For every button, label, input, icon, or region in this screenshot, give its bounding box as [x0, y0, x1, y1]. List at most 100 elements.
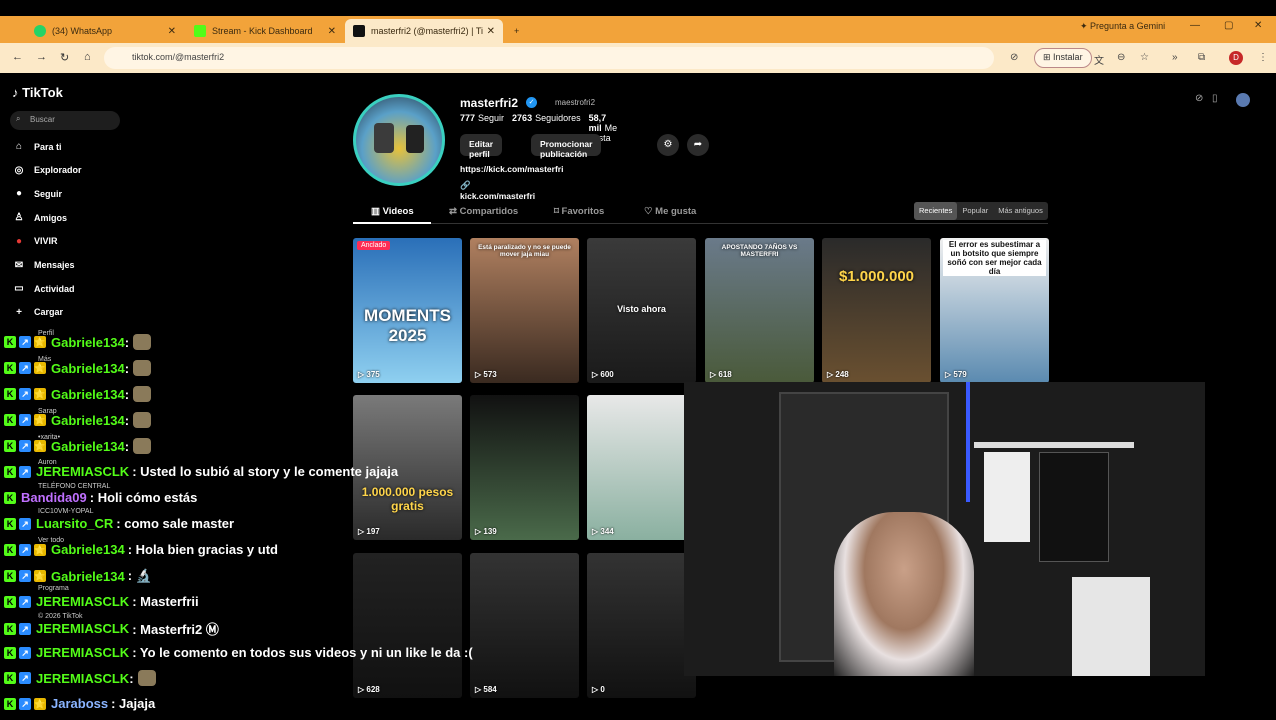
profile-avatar[interactable]: [353, 94, 445, 186]
account-avatar[interactable]: D: [1229, 51, 1243, 65]
chat-username[interactable]: Gabriele134: [51, 361, 125, 376]
chat-username[interactable]: Luarsito_CR: [36, 516, 113, 531]
chat-username[interactable]: JEREMIASCLK: [36, 671, 129, 686]
close-window-icon[interactable]: ✕: [1254, 20, 1262, 31]
close-tab-icon[interactable]: ✕: [328, 26, 336, 37]
menu-icon[interactable]: ⋮: [1258, 52, 1268, 63]
sub-badge-icon: ↗: [19, 672, 31, 684]
tiktok-icon: [353, 25, 365, 37]
no-ads-icon[interactable]: ⊘: [1195, 93, 1203, 104]
kick-badge-icon: K: [4, 672, 16, 684]
chat-message: K ↗ JEREMIASCLK: Usted lo subió al story y…: [4, 464, 398, 479]
home-icon[interactable]: ⌂: [84, 51, 91, 63]
close-tab-icon[interactable]: ✕: [168, 26, 176, 37]
device-icon[interactable]: ▯: [1212, 93, 1218, 104]
puzzle-icon[interactable]: ⧉: [1198, 52, 1205, 63]
view-count-value: 0: [600, 685, 605, 694]
edit-profile-button[interactable]: Editar perfil: [460, 134, 503, 159]
sort-recent[interactable]: Recientes: [914, 202, 958, 220]
sidebar-item-0[interactable]: ⌂ Para ti: [12, 141, 62, 152]
translate-icon[interactable]: 文: [1094, 52, 1104, 67]
search-input[interactable]: ⌕ Buscar: [10, 111, 120, 130]
tiktok-logo[interactable]: ♪ TikTok: [12, 85, 63, 100]
view-count: ▷ 248: [827, 370, 849, 379]
sidebar-item-1[interactable]: ◎ Explorador: [12, 165, 82, 176]
bio-link[interactable]: https://kick.com/masterfri: [460, 164, 563, 174]
chat-username[interactable]: Gabriele134: [51, 335, 125, 350]
live-icon: ●: [15, 235, 23, 247]
sidebar-item-6[interactable]: ▭ Actividad: [12, 283, 74, 294]
tab-liked[interactable]: ♡ Me gusta: [644, 206, 696, 217]
gemini-button[interactable]: ✦ Pregunta a Gemini: [1080, 21, 1165, 32]
tab-favorites[interactable]: ⌑ Favoritos: [554, 206, 604, 217]
chat-username[interactable]: Gabriele134: [51, 439, 125, 454]
zoom-icon[interactable]: ⊖: [1117, 52, 1125, 63]
sidebar-item-5[interactable]: ✉ Mensajes: [12, 260, 75, 271]
close-tab-icon[interactable]: ✕: [487, 26, 495, 37]
video-card[interactable]: APOSTANDO 7AÑOS VS MASTERFRI ▷ 618: [705, 238, 814, 383]
chat-username[interactable]: JEREMIASCLK: [36, 464, 129, 479]
chat-username[interactable]: JEREMIASCLK: [36, 621, 129, 636]
chat-username[interactable]: JEREMIASCLK: [36, 594, 129, 609]
chat-username[interactable]: Gabriele134: [51, 542, 125, 557]
promote-post-button[interactable]: Promocionar publicación: [531, 134, 602, 159]
tab-tiktok[interactable]: masterfri2 (@masterfri2) | Ti ✕: [345, 19, 503, 43]
maximize-icon[interactable]: ▢: [1224, 20, 1233, 31]
minimize-icon[interactable]: —: [1190, 20, 1200, 31]
shirt-white: [984, 452, 1030, 542]
view-count: ▷ 618: [710, 370, 732, 379]
settings-icon[interactable]: ⚙: [657, 134, 679, 156]
forward-icon[interactable]: →: [36, 51, 47, 63]
video-card[interactable]: $1.000.000 ▷ 248: [822, 238, 931, 383]
external-link[interactable]: 🔗 kick.com/masterfri: [460, 180, 535, 201]
video-card[interactable]: ▷ 139: [470, 395, 579, 540]
view-count: ▷ 579: [945, 370, 967, 379]
extension-icon[interactable]: »: [1172, 52, 1178, 63]
back-icon[interactable]: ←: [12, 51, 23, 63]
video-card[interactable]: ▷ 344: [587, 395, 696, 540]
install-button[interactable]: ⊞ Instalar: [1034, 48, 1092, 68]
install-label: Instalar: [1053, 52, 1083, 62]
sidebar-extra-item[interactable]: ICC10VM-YOPAL: [38, 508, 94, 515]
chat-username[interactable]: Jaraboss: [51, 696, 108, 711]
tab-videos[interactable]: ▥ Videos: [371, 206, 414, 217]
sidebar-item-2[interactable]: ● Seguir: [12, 188, 62, 199]
view-count-value: 573: [483, 370, 497, 379]
sidebar-item-3[interactable]: ♙ Amigos: [12, 212, 68, 223]
tab-whatsapp[interactable]: (34) WhatsApp ✕: [26, 19, 184, 43]
chat-username[interactable]: Gabriele134: [51, 387, 125, 402]
sub-badge-icon: ↗: [19, 570, 31, 582]
chat-username[interactable]: JEREMIASCLK: [36, 645, 129, 660]
sort-oldest[interactable]: Más antiguos: [993, 202, 1048, 220]
sidebar-extra-item[interactable]: Programa: [38, 585, 69, 592]
chat-username[interactable]: Gabriele134: [51, 413, 125, 428]
sub-badge-icon: ↗: [19, 388, 31, 400]
video-card[interactable]: ▷ 584: [470, 553, 579, 698]
video-caption: Está paralizado y no se puede mover jaja…: [478, 244, 571, 258]
sidebar-item-label: Seguir: [34, 188, 63, 199]
tab-reposts[interactable]: ⇄ Compartidos: [449, 206, 518, 217]
sidebar-item-4[interactable]: ● VIVIR: [12, 236, 58, 247]
sidebar-item-7[interactable]: + Cargar: [12, 307, 63, 318]
sort-popular[interactable]: Popular: [957, 202, 993, 220]
user-avatar-icon[interactable]: [1236, 93, 1250, 107]
video-card[interactable]: ▷ 0: [587, 553, 696, 698]
tab-kick[interactable]: Stream - Kick Dashboard ✕: [186, 19, 344, 43]
tracking-icon[interactable]: ⊘: [1010, 52, 1018, 63]
view-count: ▷ 375: [358, 370, 380, 379]
url-field[interactable]: tiktok.com/@masterfri2: [104, 47, 994, 69]
video-card[interactable]: ▷ 628: [353, 553, 462, 698]
video-card[interactable]: Visto ahora ▷ 600: [587, 238, 696, 383]
video-card[interactable]: Anclado MOMENTS 2025 ▷ 375: [353, 238, 462, 383]
chat-username[interactable]: Bandida09: [21, 490, 87, 505]
chat-message: K ↗ ⭐ Jaraboss: Jajaja: [4, 696, 155, 711]
reload-icon[interactable]: ↻: [60, 51, 69, 64]
video-card[interactable]: Está paralizado y no se puede mover jaja…: [470, 238, 579, 383]
share-icon[interactable]: ➦: [687, 134, 709, 156]
chat-username[interactable]: Gabriele134: [51, 569, 125, 584]
bookmark-icon[interactable]: ☆: [1140, 52, 1149, 63]
new-tab-button[interactable]: +: [506, 19, 530, 43]
video-card[interactable]: El error es subestimar a un botsito que …: [940, 238, 1049, 383]
sidebar-extra-item[interactable]: TELÉFONO CENTRAL: [38, 483, 110, 490]
kick-badge-icon: K: [4, 440, 16, 452]
